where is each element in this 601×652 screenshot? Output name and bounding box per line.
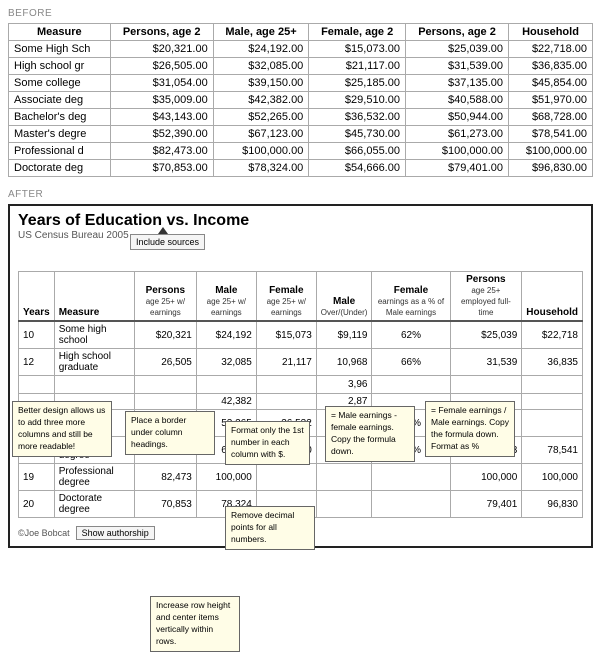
table-row: Some college$31,054.00$39,150.00$25,185.… — [9, 75, 593, 92]
before-label: BEFORE — [8, 8, 593, 19]
before-header-persons: Persons, age 2 — [110, 24, 213, 41]
table-row: Professional d$82,473.00$100,000.00$66,0… — [9, 143, 593, 160]
female-earnings-annotation: = Female earnings / Male earnings. Copy … — [425, 401, 515, 457]
after-header-household: Household — [522, 272, 583, 322]
before-header-male: Male, age 25+ — [213, 24, 309, 41]
after-header-male-over: Male Over/(Under) — [316, 272, 372, 322]
remove-decimal-annotation: Remove decimal points for all numbers. — [225, 506, 315, 550]
after-header-persons-ft: Persons age 25+ employed full-time — [450, 272, 522, 322]
table-row: 19 Professional degree 82,473 100,000 10… — [19, 464, 583, 491]
table-row: Bachelor's deg$43,143.00$52,265.00$36,53… — [9, 109, 593, 126]
table-row: Master's degre$52,390.00$67,123.00$45,73… — [9, 126, 593, 143]
before-header-household: Household — [509, 24, 593, 41]
table-row: Associate deg$35,009.00$42,382.00$29,510… — [9, 92, 593, 109]
format-only-annotation: Format only the 1st number in each colum… — [225, 421, 310, 465]
chart-title: Years of Education vs. Income — [18, 212, 583, 230]
after-header-male: Male age 25+ w/ earnings — [196, 272, 256, 322]
author-text: ©Joe Bobcat — [18, 528, 70, 538]
chart-subtitle: US Census Bureau 2005 — [18, 230, 583, 241]
increase-row-annotation: Increase row height and center items ver… — [150, 596, 240, 652]
include-sources-button[interactable]: Include sources — [130, 234, 205, 250]
place-border-annotation: Place a border under column headings. — [125, 411, 215, 455]
before-header-female: Female, age 2 — [309, 24, 406, 41]
after-table: Years Measure Persons age 25+ w/ earning… — [18, 271, 583, 518]
better-design-annotation: Better design allows us to add three mor… — [12, 401, 112, 457]
before-header-measure: Measure — [9, 24, 111, 41]
table-row: 12 High school graduate 26,505 32,085 21… — [19, 349, 583, 376]
after-label: AFTER — [8, 189, 593, 200]
table-row: Some High Sch$20,321.00$24,192.00$15,073… — [9, 41, 593, 58]
before-table: Measure Persons, age 2 Male, age 25+ Fem… — [8, 23, 593, 177]
after-header-measure: Measure — [54, 272, 134, 322]
after-header-persons: Persons age 25+ w/ earnings — [134, 272, 196, 322]
show-authorship-button[interactable]: Show authorship — [76, 526, 155, 540]
table-row: High school gr$26,505.00$32,085.00$21,11… — [9, 58, 593, 75]
after-section: Years of Education vs. Income US Census … — [8, 204, 593, 548]
after-header-female-pct: Female earnings as a % of Male earnings — [372, 272, 450, 322]
before-header-persons2: Persons, age 2 — [405, 24, 508, 41]
table-row: 10 Some high school $20,321 $24,192 $15,… — [19, 321, 583, 349]
male-earnings-annotation: = Male earnings - female earnings. Copy … — [325, 406, 415, 462]
table-row: 3,96 — [19, 376, 583, 394]
after-header-female: Female age 25+ w/ earnings — [256, 272, 316, 322]
after-header-years: Years — [19, 272, 55, 322]
table-row: Doctorate deg$70,853.00$78,324.00$54,666… — [9, 160, 593, 177]
